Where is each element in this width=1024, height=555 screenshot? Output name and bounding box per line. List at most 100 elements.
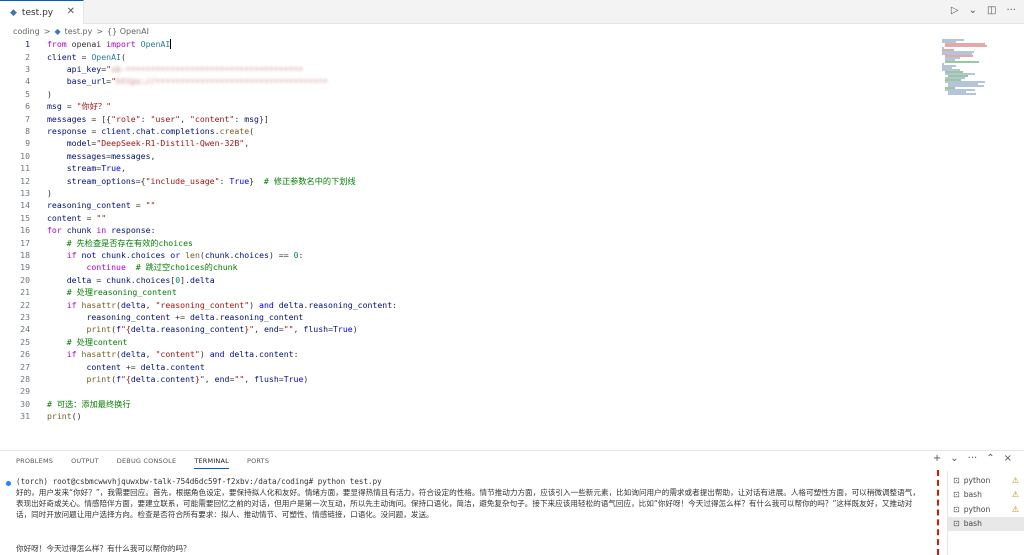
- minimap[interactable]: [940, 38, 1022, 98]
- code-line[interactable]: 28 print(f"{delta.content}", end="", flu…: [0, 373, 940, 385]
- line-number: 7: [25, 113, 30, 124]
- terminal-icon: ⊡: [953, 490, 960, 499]
- more-icon[interactable]: ···: [968, 453, 978, 464]
- code-line[interactable]: 7 messages = [{"role": "user", "content":…: [0, 112, 940, 124]
- tab-test-py[interactable]: ◆ test.py ✕: [0, 0, 84, 24]
- code-text: messages = [{"role": "user", "content": …: [47, 113, 269, 124]
- terminal-list-label: python: [963, 504, 991, 514]
- code-line[interactable]: 22 if hasattr(delta, "reasoning_content"…: [0, 298, 940, 310]
- code-line[interactable]: 29: [0, 385, 940, 397]
- maximize-panel-icon[interactable]: ⌃: [986, 453, 994, 464]
- code-line[interactable]: 13): [0, 187, 940, 199]
- editor-actions: ▷ ⌄ ◫ ···: [951, 5, 1016, 16]
- code-line[interactable]: 31 print(): [0, 410, 940, 422]
- breadcrumb-file[interactable]: test.py: [65, 27, 93, 36]
- tab-problems[interactable]: PROBLEMS: [16, 457, 53, 465]
- terminal-list-item[interactable]: ⊡ python ⚠: [948, 502, 1024, 516]
- code-line[interactable]: 10 messages=messages,: [0, 150, 940, 162]
- code-text: print(f"{delta.content}", end="", flush=…: [86, 373, 309, 384]
- line-number: 20: [20, 274, 30, 285]
- code-text: from openai import OpenAI: [47, 38, 172, 50]
- code-line[interactable]: 21 # 处理reasoning_content: [0, 286, 940, 298]
- close-icon[interactable]: ✕: [67, 6, 75, 17]
- warning-icon: ⚠: [1011, 490, 1019, 499]
- breadcrumb-separator: >: [43, 26, 51, 36]
- terminal-list-item[interactable]: ⊡ bash ⚠: [948, 488, 1024, 502]
- code-line[interactable]: 14 reasoning_content = "": [0, 199, 940, 211]
- line-number: 24: [20, 324, 30, 335]
- line-number: 23: [20, 311, 30, 322]
- close-panel-icon[interactable]: ×: [1004, 453, 1012, 464]
- code-text: content = "": [47, 212, 107, 223]
- code-text: if hasattr(delta, "reasoning_content") a…: [66, 299, 398, 310]
- line-number: 22: [20, 299, 30, 310]
- code-text: if hasattr(delta, "content") and delta.c…: [66, 349, 299, 360]
- code-text: # 处理content: [66, 336, 128, 347]
- code-line[interactable]: 1 from openai import OpenAI: [0, 38, 940, 50]
- terminal-reasoning-output: 好的，用户发来“你好？”，我需要回应。首先，根据角色设定，要保持拟人化和友好。情…: [16, 488, 920, 519]
- line-number: 12: [20, 175, 30, 186]
- line-number: 11: [20, 163, 30, 174]
- code-line[interactable]: 17 # 先检查是否存在有效的choices: [0, 236, 940, 248]
- line-number: 10: [20, 150, 30, 161]
- breadcrumb-separator: >: [96, 26, 104, 36]
- code-line[interactable]: 16 for chunk in response:: [0, 224, 940, 236]
- code-line[interactable]: 12 stream_options={"include_usage": True…: [0, 174, 940, 186]
- tab-output[interactable]: OUTPUT: [71, 457, 99, 465]
- code-line[interactable]: 26 if hasattr(delta, "content") and delt…: [0, 348, 940, 360]
- code-line[interactable]: 15 content = "": [0, 212, 940, 224]
- tab-ports[interactable]: PORTS: [247, 457, 269, 465]
- code-line[interactable]: 25 # 处理content: [0, 336, 940, 348]
- terminal-list-item[interactable]: ⊡ python ⚠: [948, 473, 1024, 487]
- code-line[interactable]: 11 stream=True,: [0, 162, 940, 174]
- line-number: 8: [25, 125, 30, 136]
- code-line[interactable]: 3 api_key="sk-••••••••••••••••••••••••••…: [0, 63, 940, 75]
- breadcrumb-symbol[interactable]: {} OpenAI: [107, 27, 149, 36]
- line-number: 28: [20, 373, 30, 384]
- line-number: 5: [25, 88, 30, 99]
- code-line[interactable]: 23 reasoning_content += delta.reasoning_…: [0, 311, 940, 323]
- tab-debug-console[interactable]: DEBUG CONSOLE: [117, 457, 177, 465]
- code-line[interactable]: 30 # 可选：添加最终换行: [0, 398, 940, 410]
- new-terminal-icon[interactable]: +: [933, 453, 941, 464]
- tab-terminal[interactable]: TERMINAL: [194, 457, 229, 469]
- breadcrumb: coding > ◆ test.py > {} OpenAI: [0, 24, 1024, 38]
- code-line[interactable]: 24 print(f"{delta.reasoning_content}", e…: [0, 323, 940, 335]
- code-line[interactable]: 27 content += delta.content: [0, 360, 940, 372]
- line-number: 16: [20, 225, 30, 236]
- code-text: # 处理reasoning_content: [66, 287, 177, 298]
- chevron-down-icon[interactable]: ⌄: [969, 5, 977, 16]
- split-editor-icon[interactable]: ◫: [987, 5, 996, 16]
- panel-actions: + ⌄ ··· ⌃ ×: [933, 453, 1012, 464]
- code-line[interactable]: 18 if not chunk.choices or len(chunk.cho…: [0, 249, 940, 261]
- line-number: 31: [20, 411, 30, 422]
- code-line[interactable]: 5): [0, 88, 940, 100]
- run-icon[interactable]: ▷: [951, 5, 959, 16]
- line-number: 19: [20, 262, 30, 273]
- line-number: 21: [20, 287, 30, 298]
- editor-tab-bar: ◆ test.py ✕ ▷ ⌄ ◫ ···: [0, 0, 1024, 24]
- code-text: messages=messages,: [66, 150, 156, 161]
- code-line[interactable]: 19 continue # 跳过空choices的chunk: [0, 261, 940, 273]
- line-number: 2: [25, 51, 30, 62]
- code-line[interactable]: 4 base_url="https://••••••••••••••••••••…: [0, 75, 940, 87]
- breadcrumb-folder[interactable]: coding: [13, 27, 40, 36]
- code-text: continue # 跳过空choices的chunk: [86, 262, 238, 273]
- code-line[interactable]: 9 model="DeepSeek-R1-Distill-Qwen-32B",: [0, 137, 940, 149]
- code-line[interactable]: 20 delta = chunk.choices[0].delta: [0, 274, 940, 286]
- code-editor[interactable]: 1 from openai import OpenAI 2 client = Open…: [0, 38, 1024, 448]
- terminal-list-item[interactable]: ⊡ bash: [948, 516, 1024, 531]
- line-number: 13: [20, 187, 30, 198]
- code-line[interactable]: 2 client = OpenAI(: [0, 50, 940, 62]
- line-number: 26: [20, 349, 30, 360]
- code-line[interactable]: 8 response = client.chat.completions.crea…: [0, 125, 940, 137]
- command-status-icon[interactable]: [6, 481, 11, 486]
- python-file-icon: ◆: [10, 7, 17, 18]
- terminal-divider: [937, 470, 940, 555]
- code-line[interactable]: 6 msg = "你好？": [0, 100, 940, 112]
- code-text: # 先检查是否存在有效的choices: [66, 237, 193, 248]
- line-number: 15: [20, 212, 30, 223]
- chevron-down-icon[interactable]: ⌄: [950, 453, 958, 464]
- more-icon[interactable]: ···: [1006, 5, 1016, 16]
- terminal-output[interactable]: (torch) root@csbmcwwvhjquwxbw-talk-754d6…: [0, 471, 940, 555]
